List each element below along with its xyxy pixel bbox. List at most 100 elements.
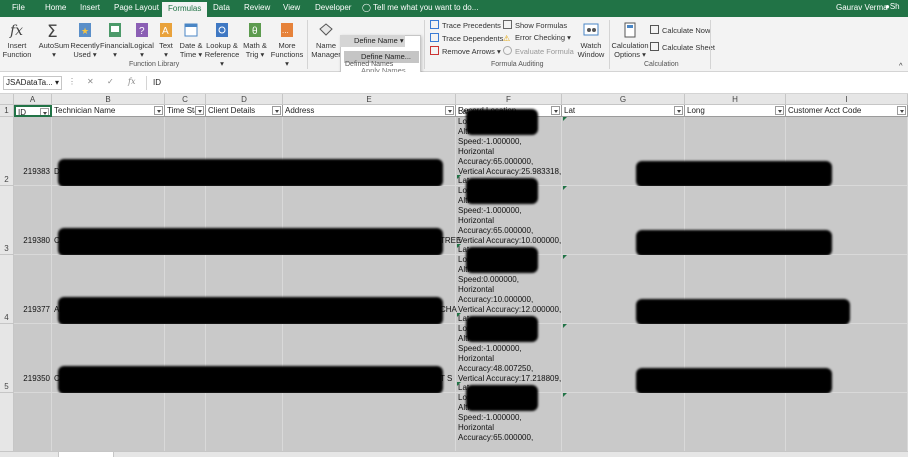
tab-review[interactable]: Review bbox=[244, 3, 270, 12]
table-cell[interactable] bbox=[165, 393, 206, 451]
column-header-g[interactable]: G bbox=[562, 94, 685, 105]
column-header-a[interactable]: A bbox=[14, 94, 52, 105]
error-indicator bbox=[563, 117, 567, 121]
show-formulas-button[interactable]: Show Formulas bbox=[503, 20, 567, 30]
tell-me-search[interactable]: ◯ Tell me what you want to do... bbox=[362, 3, 478, 12]
tab-page-layout[interactable]: Page Layout bbox=[114, 3, 159, 12]
table-cell[interactable] bbox=[206, 393, 283, 451]
header-cell-technician-name[interactable]: Technician Name bbox=[52, 105, 165, 117]
text-button[interactable]: A Text ▾ bbox=[155, 21, 177, 59]
column-header-e[interactable]: E bbox=[283, 94, 456, 105]
table-cell[interactable] bbox=[786, 393, 908, 451]
filter-dropdown-icon[interactable] bbox=[40, 108, 49, 115]
table-cell[interactable] bbox=[283, 393, 456, 451]
record-location-line: Vertical Accuracy:25.983318, bbox=[458, 167, 562, 176]
filter-dropdown-icon[interactable] bbox=[551, 106, 560, 115]
insert-function-button[interactable]: fx Insert Function bbox=[2, 21, 32, 59]
tab-view[interactable]: View bbox=[283, 3, 300, 12]
function-library-group-label: Function Library bbox=[129, 61, 180, 68]
ribbon-separator bbox=[710, 20, 711, 69]
user-name[interactable]: Gaurav Verma bbox=[836, 3, 888, 12]
record-location-line: Vertical Accuracy:17.218809, bbox=[458, 374, 562, 383]
recently-used-button[interactable]: ★ Recently Used ▾ bbox=[70, 21, 100, 59]
name-box[interactable]: JSADataTa... ▾ bbox=[3, 76, 62, 90]
sigma-icon: Σ bbox=[47, 22, 58, 39]
tab-insert[interactable]: Insert bbox=[80, 3, 100, 12]
table-cell[interactable] bbox=[562, 393, 685, 451]
formula-input[interactable]: ID bbox=[146, 76, 906, 90]
define-name-button[interactable]: Define Name ▾ bbox=[340, 35, 405, 47]
column-header-i[interactable]: I bbox=[786, 94, 908, 105]
math-trig-button[interactable]: θ Math & Trig ▾ bbox=[240, 21, 270, 59]
tab-file[interactable]: File bbox=[12, 3, 25, 12]
worksheet-grid[interactable]: A B C D E F G H I 1 2 3 4 5 ID Technicia… bbox=[0, 94, 908, 451]
share-button[interactable]: ●Sh bbox=[885, 2, 900, 11]
filter-dropdown-icon[interactable] bbox=[154, 106, 163, 115]
trace-dependents-button[interactable]: Trace Dependents bbox=[430, 33, 503, 43]
calculate-sheet-button[interactable]: Calculate Sheet bbox=[650, 42, 715, 52]
header-cell-client-details[interactable]: Client Details bbox=[206, 105, 283, 117]
error-checking-button[interactable]: ⚠ Error Checking ▾ bbox=[503, 33, 571, 43]
sheet-tab-bar bbox=[0, 451, 908, 457]
table-cell[interactable] bbox=[52, 393, 165, 451]
filter-dropdown-icon[interactable] bbox=[775, 106, 784, 115]
date-time-button[interactable]: Date & Time ▾ bbox=[176, 21, 206, 59]
formula-auditing-group-label: Formula Auditing bbox=[491, 61, 544, 68]
redaction-mark bbox=[58, 159, 443, 187]
cell-id: 219377 bbox=[23, 305, 50, 314]
row-header-4[interactable]: 4 bbox=[0, 255, 14, 324]
financial-button[interactable]: Financial ▾ bbox=[99, 21, 131, 59]
trace-precedents-button[interactable]: Trace Precedents bbox=[430, 20, 501, 30]
tab-formulas[interactable]: Formulas bbox=[162, 2, 208, 17]
header-cell-id[interactable]: ID bbox=[14, 105, 52, 117]
header-cell-address[interactable]: Address bbox=[283, 105, 456, 117]
column-header-d[interactable]: D bbox=[206, 94, 283, 105]
remove-arrows-button[interactable]: Remove Arrows ▾ bbox=[430, 46, 501, 56]
collapse-ribbon-icon[interactable]: ^ bbox=[899, 61, 903, 70]
header-cell-long[interactable]: Long bbox=[685, 105, 786, 117]
column-header-h[interactable]: H bbox=[685, 94, 786, 105]
row-header-2[interactable]: 2 bbox=[0, 117, 14, 186]
fx-icon[interactable]: fx bbox=[128, 77, 135, 86]
header-cell-time-start[interactable]: Time Sta bbox=[165, 105, 206, 117]
column-header-f[interactable]: F bbox=[456, 94, 562, 105]
more-functions-button[interactable]: ... More Functions ▾ bbox=[269, 21, 305, 68]
lookup-reference-button[interactable]: Lookup & Reference ▾ bbox=[203, 21, 241, 68]
ribbon-formulas: fx Insert Function Σ AutoSum ▾ ★ Recently U… bbox=[0, 17, 908, 79]
sheet-tab[interactable] bbox=[58, 452, 114, 457]
tab-developer[interactable]: Developer bbox=[315, 3, 351, 12]
logical-button[interactable]: ? Logical ▾ bbox=[128, 21, 156, 59]
redaction-mark bbox=[636, 368, 832, 394]
show-formulas-icon bbox=[503, 20, 512, 29]
name-manager-button[interactable]: Name Manager bbox=[311, 21, 341, 59]
redaction-mark bbox=[466, 316, 538, 342]
select-all-corner[interactable] bbox=[0, 94, 14, 105]
filter-dropdown-icon[interactable] bbox=[272, 106, 281, 115]
table-cell[interactable] bbox=[14, 393, 52, 451]
header-cell-lat[interactable]: Lat bbox=[562, 105, 685, 117]
evaluate-formula-button[interactable]: Evaluate Formula bbox=[503, 46, 574, 56]
watch-window-button[interactable]: Watch Window bbox=[576, 21, 606, 59]
row-header-1[interactable]: 1 bbox=[0, 105, 14, 117]
cancel-icon[interactable]: ✕ bbox=[87, 77, 94, 86]
calculation-options-button[interactable]: Calculation Options ▾ bbox=[611, 21, 649, 59]
filter-dropdown-icon[interactable] bbox=[897, 106, 906, 115]
row-header-3[interactable]: 3 bbox=[0, 186, 14, 255]
filter-dropdown-icon[interactable] bbox=[445, 106, 454, 115]
column-header-c[interactable]: C bbox=[165, 94, 206, 105]
header-cell-customer-acct-code[interactable]: Customer Acct Code bbox=[786, 105, 908, 117]
calculate-now-button[interactable]: Calculate Now bbox=[650, 25, 710, 35]
row-header-6[interactable] bbox=[0, 393, 14, 451]
row-header-5[interactable]: 5 bbox=[0, 324, 14, 393]
enter-icon[interactable]: ✓ bbox=[107, 77, 114, 86]
record-location-line: Horizontal bbox=[458, 216, 495, 225]
autosum-button[interactable]: Σ AutoSum ▾ bbox=[37, 21, 71, 59]
filter-dropdown-icon[interactable] bbox=[674, 106, 683, 115]
tab-data[interactable]: Data bbox=[213, 3, 230, 12]
tab-home[interactable]: Home bbox=[45, 3, 66, 12]
column-header-b[interactable]: B bbox=[52, 94, 165, 105]
redaction-mark bbox=[466, 178, 538, 204]
filter-dropdown-icon[interactable] bbox=[195, 106, 204, 115]
table-cell[interactable] bbox=[685, 393, 786, 451]
error-indicator bbox=[563, 324, 567, 328]
